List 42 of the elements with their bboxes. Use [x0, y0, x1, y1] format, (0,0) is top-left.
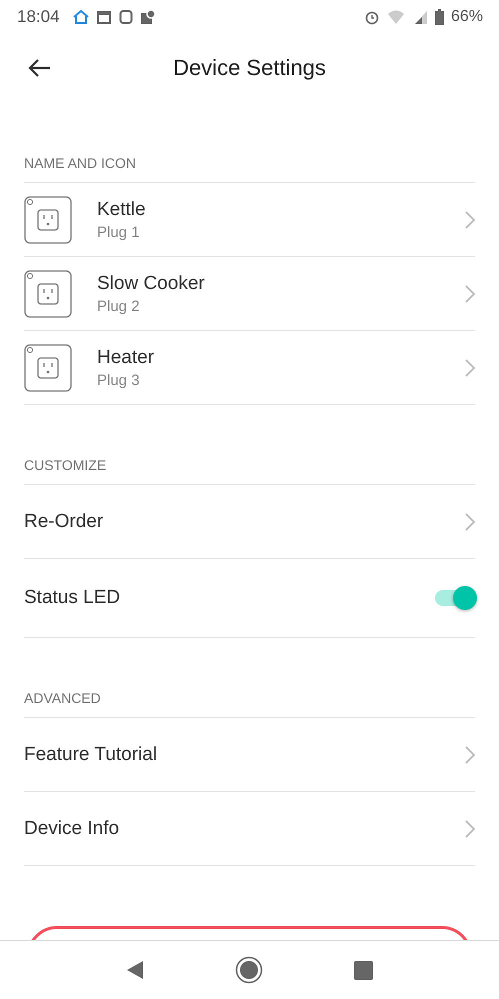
section-heading: NAME AND ICON [24, 102, 475, 183]
section-heading: CUSTOMIZE [24, 405, 475, 485]
chevron-right-icon [465, 210, 475, 228]
setting-label: Feature Tutorial [24, 744, 158, 766]
back-icon[interactable] [126, 960, 144, 980]
settings-row[interactable]: Device Info [24, 792, 475, 866]
plug-label: Plug 3 [97, 372, 141, 388]
plug-icon [24, 344, 72, 392]
settings-row[interactable]: Heater Plug 3 [24, 331, 475, 405]
chevron-right-icon [465, 358, 475, 376]
battery-icon [434, 9, 444, 25]
battery-level: 66% [450, 8, 483, 26]
calendar-icon [96, 9, 112, 25]
chevron-right-icon [465, 746, 475, 764]
plug-label: Plug 2 [97, 298, 141, 314]
home-button-icon[interactable] [234, 956, 263, 984]
setting-label: Status LED [24, 587, 120, 609]
device-name: Kettle [97, 198, 146, 220]
alarm-icon [364, 9, 380, 25]
home-icon [72, 10, 89, 24]
chevron-right-icon [465, 284, 475, 302]
back-arrow-icon[interactable] [27, 58, 51, 78]
settings-row[interactable]: Re-Order [24, 485, 475, 559]
settings-row[interactable]: Slow Cooker Plug 2 [24, 257, 475, 331]
setting-label: Device Info [24, 818, 120, 840]
settings-row[interactable]: Feature Tutorial [24, 718, 475, 792]
page-title: Device Settings [173, 55, 326, 81]
status-time: 18:04 [17, 7, 60, 27]
signal-icon [414, 9, 428, 25]
chevron-right-icon [465, 512, 475, 530]
recents-icon[interactable] [354, 960, 374, 980]
plug-icon [24, 270, 72, 318]
plug-label: Plug 1 [97, 224, 141, 240]
device-name: Slow Cooker [97, 272, 205, 294]
section-heading: ADVANCED [24, 638, 475, 718]
chevron-right-icon [465, 820, 475, 838]
settings-row[interactable]: Status LED [24, 559, 475, 638]
plug-icon [24, 196, 72, 244]
wifi-icon [386, 9, 407, 25]
device-name: Heater [97, 346, 154, 368]
setting-label: Re-Order [24, 510, 104, 532]
settings-row[interactable]: Kettle Plug 1 [24, 183, 475, 257]
